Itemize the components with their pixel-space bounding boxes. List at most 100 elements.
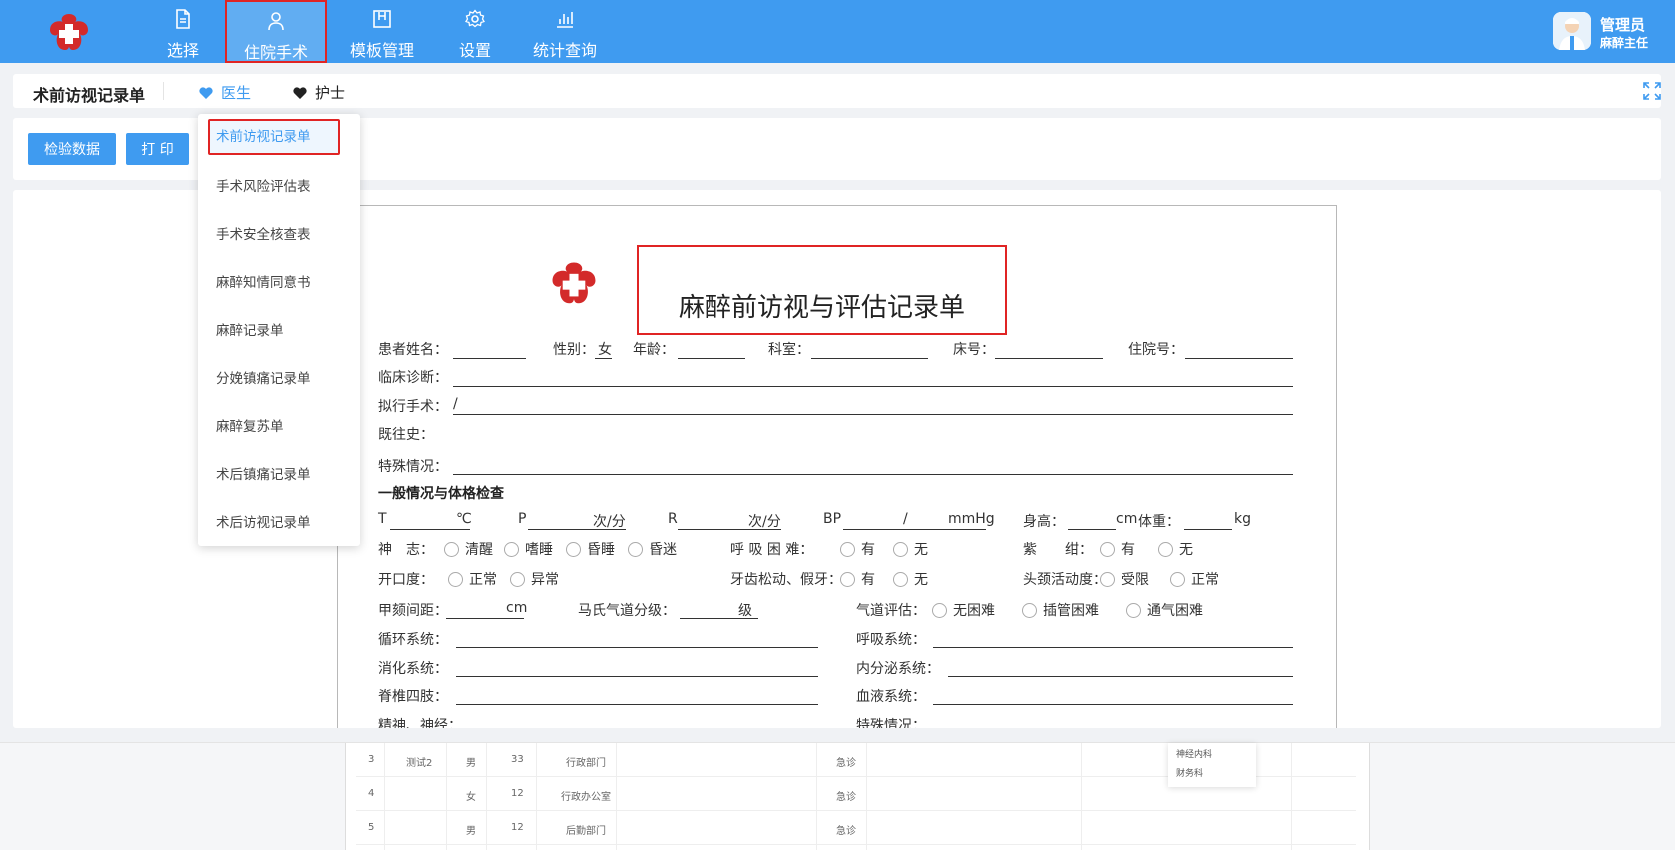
radio-neck-normal[interactable]: 正常 (1170, 569, 1219, 589)
nav-settings-label: 设置 (458, 41, 491, 60)
special-label: 特殊情况： (378, 459, 448, 475)
radio-neck-limited[interactable]: 受限 (1100, 569, 1149, 589)
bed-label: 床号： (953, 342, 995, 358)
mallampati-unit: 级 (738, 603, 752, 619)
radio-icon (628, 542, 643, 557)
radio-coma[interactable]: 昏迷 (628, 539, 677, 559)
document-icon (176, 9, 190, 29)
patient-table: 3 测试2 男 33 行政部门 急诊 4 女 12 行政办公室 急诊 5 男 1… (345, 743, 1370, 850)
radio-icon (1170, 572, 1185, 587)
tab-nurse-label: 护士 (315, 84, 346, 102)
mouth-opening-label: 开口度： (378, 572, 434, 588)
menu-item-anesthesia-record[interactable]: 麻醉记录单 (198, 308, 360, 354)
cell-type: 急诊 (836, 792, 856, 803)
surgery-value[interactable]: / (453, 396, 458, 412)
radio-cyanosis-yes[interactable]: 有 (1100, 539, 1135, 559)
radio-drowsy-label: 嗜睡 (525, 542, 553, 558)
nav-statistics-label: 统计查询 (532, 41, 597, 60)
temperature-label: T (378, 511, 387, 527)
dept-field[interactable] (811, 358, 928, 359)
radio-yes-label: 有 (1121, 542, 1135, 558)
print-button[interactable]: 打 印 (126, 133, 189, 165)
menu-item-postop-visit[interactable]: 术后访视记录单 (198, 500, 360, 546)
radio-stupor[interactable]: 昏睡 (566, 539, 615, 559)
fullscreen-icon[interactable] (1643, 82, 1661, 100)
special-field[interactable] (453, 474, 1293, 475)
radio-drowsy[interactable]: 嗜睡 (504, 539, 553, 559)
hospital-logo (552, 262, 596, 304)
radio-dyspnea-yes[interactable]: 有 (840, 539, 875, 559)
digestive-label: 消化系统： (378, 661, 448, 677)
radio-airway-easy[interactable]: 无困难 (932, 600, 995, 620)
digestive-field[interactable] (456, 676, 818, 677)
thyromental-field[interactable] (446, 618, 524, 619)
radio-airway-ventilation[interactable]: 通气困难 (1126, 600, 1203, 620)
menu-item-postop-analgesia[interactable]: 术后镇痛记录单 (198, 452, 360, 498)
avatar[interactable] (1553, 12, 1591, 50)
admission-no-field[interactable] (1185, 358, 1293, 359)
temperature-unit: ℃ (456, 511, 472, 527)
menu-item-safety-check[interactable]: 手术安全核查表 (198, 212, 360, 258)
respiration-unit: 次/分 (748, 514, 781, 530)
nav-select-label: 选择 (166, 41, 199, 60)
radio-no-label: 无 (1179, 542, 1193, 558)
menu-item-labor-analgesia[interactable]: 分娩镇痛记录单 (198, 356, 360, 402)
temperature-field[interactable] (390, 529, 470, 530)
respiratory-field[interactable] (933, 647, 1293, 648)
form-type-dropdown: 术前访视记录单 手术风险评估表 手术安全核查表 麻醉知情同意书 麻醉记录单 分娩… (198, 114, 360, 546)
radio-airway-intubation[interactable]: 插管困难 (1022, 600, 1099, 620)
menu-item-consent[interactable]: 麻醉知情同意书 (198, 260, 360, 306)
diagnosis-field[interactable] (453, 386, 1293, 387)
radio-mouth-abnormal[interactable]: 异常 (510, 569, 559, 589)
endocrine-field[interactable] (948, 676, 1293, 677)
weight-unit: kg (1234, 511, 1251, 527)
popup-item[interactable]: 财务科 (1168, 762, 1256, 781)
top-nav-bar: 选择 住院手术 模板管理 设置 统计查询 管理员 麻醉主任 (0, 0, 1675, 63)
nav-select[interactable]: 选择 (160, 0, 206, 63)
weight-field[interactable] (1184, 529, 1232, 530)
nav-template-manage[interactable]: 模板管理 (346, 0, 418, 63)
tab-bar: 术前访视记录单 医生 护士 (13, 74, 1661, 108)
special2-label: 特殊情况： (856, 718, 926, 728)
respiration-label: R (668, 511, 678, 527)
radio-icon (1022, 603, 1037, 618)
spine-label: 脊椎四肢： (378, 689, 448, 705)
age-field[interactable] (678, 358, 745, 359)
circulation-field[interactable] (456, 647, 818, 648)
heart-icon (293, 87, 307, 99)
spine-field[interactable] (456, 704, 818, 705)
patient-name-field[interactable] (453, 358, 526, 359)
radio-icon (893, 542, 908, 557)
nav-inpatient-surgery[interactable]: 住院手术 (225, 0, 327, 63)
radio-teeth-no[interactable]: 无 (893, 569, 928, 589)
cell-type: 急诊 (836, 758, 856, 769)
check-data-button[interactable]: 检验数据 (28, 133, 116, 165)
menu-item-recovery[interactable]: 麻醉复苏单 (198, 404, 360, 450)
nav-statistics[interactable]: 统计查询 (532, 0, 598, 63)
tab-nurse[interactable]: 护士 (293, 82, 345, 103)
menu-item-risk-assessment[interactable]: 手术风险评估表 (198, 164, 360, 210)
form-title: 麻醉前访视与评估记录单 (678, 293, 965, 323)
heart-icon (199, 87, 213, 99)
popup-item[interactable]: 神经内科 (1168, 743, 1256, 762)
radio-teeth-yes[interactable]: 有 (840, 569, 875, 589)
cyanosis-label: 紫 绀： (1023, 542, 1093, 558)
tab-doctor[interactable]: 医生 (199, 82, 251, 103)
menu-item-preop-visit[interactable]: 术前访视记录单 (208, 119, 340, 155)
table-row[interactable]: 5 男 12 后勤部门 急诊 (356, 811, 1356, 845)
nav-settings[interactable]: 设置 (455, 0, 495, 63)
radio-awake[interactable]: 清醒 (444, 539, 493, 559)
neck-mobility-label: 头颈活动度： (1023, 572, 1107, 588)
height-field[interactable] (1068, 529, 1116, 530)
blood-field[interactable] (933, 704, 1293, 705)
gender-value[interactable]: 女 (598, 339, 612, 359)
radio-coma-label: 昏迷 (649, 542, 677, 558)
radio-dyspnea-no[interactable]: 无 (893, 539, 928, 559)
radio-mouth-normal[interactable]: 正常 (448, 569, 497, 589)
bp-field[interactable] (843, 529, 986, 530)
user-icon (268, 12, 284, 31)
cell-dept: 后勤部门 (566, 826, 606, 837)
radio-cyanosis-no[interactable]: 无 (1158, 539, 1193, 559)
cell-dept: 行政办公室 (561, 792, 611, 803)
bed-field[interactable] (995, 358, 1103, 359)
